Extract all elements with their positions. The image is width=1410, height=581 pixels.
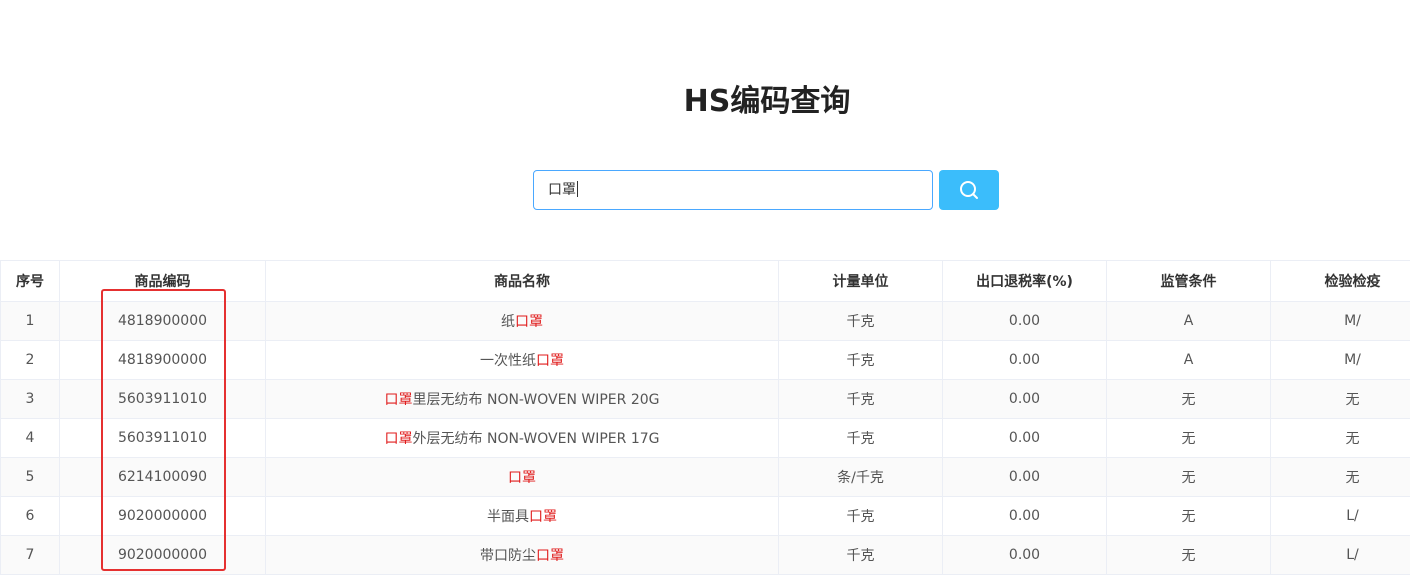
cell-index: 3	[0, 379, 60, 419]
cell-name: 半面具口罩	[265, 496, 779, 536]
name-text: 纸	[501, 314, 515, 330]
cell-rebate: 0.00	[942, 496, 1107, 536]
search-button[interactable]	[939, 170, 999, 210]
cell-code: 6214100090	[59, 457, 266, 497]
cell-name: 口罩里层无纺布 NON-WOVEN WIPER 20G	[265, 379, 779, 419]
cell-rebate: 0.00	[942, 379, 1107, 419]
cell-rebate: 0.00	[942, 535, 1107, 575]
cell-unit: 千克	[778, 379, 943, 419]
page: HS编码查询 口罩 序号 商品编码 商品名称 计量单位 出口退税率(%) 监管条…	[0, 0, 1410, 581]
cell-name: 带口防尘口罩	[265, 535, 779, 575]
name-text: 里层无纺布 NON-WOVEN WIPER 20G	[412, 392, 660, 408]
name-keyword-highlight: 口罩	[536, 548, 564, 564]
cell-rebate: 0.00	[942, 340, 1107, 380]
table-row[interactable]: 1 4818900000 纸口罩 千克 0.00 A M/	[0, 301, 1410, 341]
header-code: 商品编码	[59, 260, 266, 302]
cell-rebate: 0.00	[942, 457, 1107, 497]
table-row[interactable]: 7 9020000000 带口防尘口罩 千克 0.00 无 L/	[0, 535, 1410, 575]
header-name: 商品名称	[265, 260, 779, 302]
cell-index: 4	[0, 418, 60, 458]
cell-code: 5603911010	[59, 418, 266, 458]
cell-supervision: 无	[1106, 379, 1271, 419]
cell-inspection: 无	[1270, 457, 1410, 497]
table-row[interactable]: 6 9020000000 半面具口罩 千克 0.00 无 L/	[0, 496, 1410, 536]
table-row[interactable]: 3 5603911010 口罩里层无纺布 NON-WOVEN WIPER 20G…	[0, 379, 1410, 419]
cell-supervision: 无	[1106, 418, 1271, 458]
table-row[interactable]: 5 6214100090 口罩 条/千克 0.00 无 无	[0, 457, 1410, 497]
table-row[interactable]: 2 4818900000 一次性纸口罩 千克 0.00 A M/	[0, 340, 1410, 380]
cell-inspection: M/	[1270, 340, 1410, 380]
name-text: 半面具	[487, 509, 529, 525]
cell-name: 口罩	[265, 457, 779, 497]
header-inspection: 检验检疫	[1270, 260, 1410, 302]
cell-code: 4818900000	[59, 340, 266, 380]
cell-code: 5603911010	[59, 379, 266, 419]
name-text: 带口防尘	[480, 548, 536, 564]
cell-code: 4818900000	[59, 301, 266, 341]
cell-name: 口罩外层无纺布 NON-WOVEN WIPER 17G	[265, 418, 779, 458]
cell-supervision: 无	[1106, 457, 1271, 497]
header-rebate: 出口退税率(%)	[942, 260, 1107, 302]
cell-index: 2	[0, 340, 60, 380]
cell-index: 1	[0, 301, 60, 341]
cell-unit: 千克	[778, 496, 943, 536]
cell-inspection: M/	[1270, 301, 1410, 341]
table-header-row: 序号 商品编码 商品名称 计量单位 出口退税率(%) 监管条件 检验检疫	[0, 260, 1410, 302]
cell-unit: 千克	[778, 418, 943, 458]
search-icon	[958, 179, 980, 201]
name-keyword-highlight: 口罩	[508, 470, 536, 486]
cell-supervision: 无	[1106, 496, 1271, 536]
cell-inspection: L/	[1270, 535, 1410, 575]
cell-unit: 千克	[778, 535, 943, 575]
cell-supervision: 无	[1106, 535, 1271, 575]
name-keyword-highlight: 口罩	[384, 431, 413, 447]
header-supervision: 监管条件	[1106, 260, 1271, 302]
header-unit: 计量单位	[778, 260, 943, 302]
cell-index: 6	[0, 496, 60, 536]
cell-supervision: A	[1106, 301, 1271, 341]
cell-unit: 千克	[778, 301, 943, 341]
cell-inspection: 无	[1270, 418, 1410, 458]
name-keyword-highlight: 口罩	[536, 353, 564, 369]
results-table: 序号 商品编码 商品名称 计量单位 出口退税率(%) 监管条件 检验检疫 1 4…	[0, 260, 1410, 575]
name-keyword-highlight: 口罩	[529, 509, 557, 525]
cell-name: 纸口罩	[265, 301, 779, 341]
cell-index: 5	[0, 457, 60, 497]
cell-unit: 条/千克	[778, 457, 943, 497]
search-input[interactable]: 口罩	[533, 170, 933, 210]
name-text: 一次性纸	[480, 353, 536, 369]
cell-rebate: 0.00	[942, 418, 1107, 458]
cell-index: 7	[0, 535, 60, 575]
text-caret	[577, 181, 578, 197]
cell-inspection: 无	[1270, 379, 1410, 419]
cell-code: 9020000000	[59, 535, 266, 575]
page-title: HS编码查询	[683, 84, 851, 119]
name-keyword-highlight: 口罩	[384, 392, 413, 408]
name-keyword-highlight: 口罩	[515, 314, 543, 330]
cell-code: 9020000000	[59, 496, 266, 536]
header-index: 序号	[0, 260, 60, 302]
cell-unit: 千克	[778, 340, 943, 380]
cell-inspection: L/	[1270, 496, 1410, 536]
cell-name: 一次性纸口罩	[265, 340, 779, 380]
search-input-value: 口罩	[548, 182, 576, 198]
name-text: 外层无纺布 NON-WOVEN WIPER 17G	[412, 431, 660, 447]
cell-supervision: A	[1106, 340, 1271, 380]
table-row[interactable]: 4 5603911010 口罩外层无纺布 NON-WOVEN WIPER 17G…	[0, 418, 1410, 458]
cell-rebate: 0.00	[942, 301, 1107, 341]
